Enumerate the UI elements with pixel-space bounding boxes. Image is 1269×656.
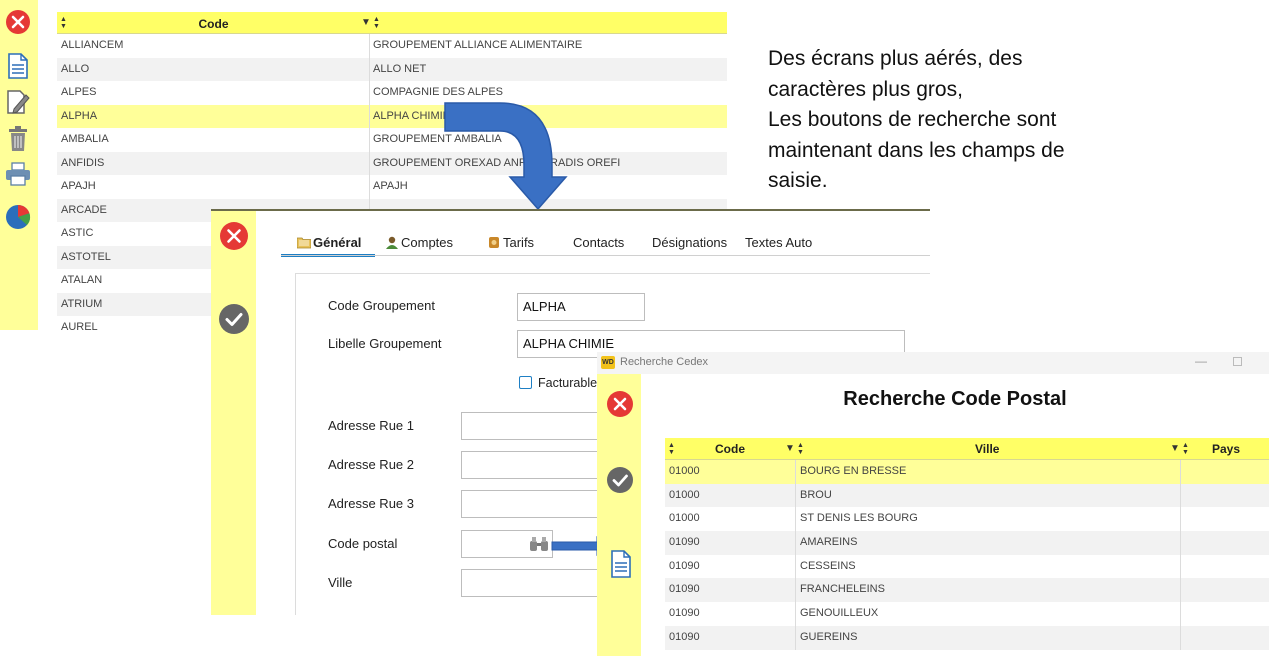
facturable-checkbox[interactable] xyxy=(519,376,532,389)
grid-header: ▲ ▼ Code ▼ ▲ ▼ xyxy=(57,12,727,34)
edit-icon xyxy=(7,90,30,114)
pie-chart-icon xyxy=(6,205,31,229)
sort-icon[interactable]: ▲ ▼ xyxy=(668,442,675,456)
ville-label: Ville xyxy=(328,575,353,590)
close-icon xyxy=(6,10,30,34)
table-row[interactable]: 01000 ST DENIS LES BOURG xyxy=(665,507,1269,532)
grid-body: 01000 BOURG EN BRESSE 01000 BROU 01000 ST D… xyxy=(665,460,1269,650)
table-row[interactable]: 01090 AMAREINS xyxy=(665,531,1269,555)
grid-header: ▲ ▼ Code ▼ ▲ ▼ Ville ▼ ▲ ▼ Pays xyxy=(665,438,1269,460)
search-sidebar xyxy=(597,374,641,656)
table-row[interactable]: ANFIDIS GROUPEMENT OREXAD ANFIDIS RADIS O… xyxy=(57,151,727,175)
tab-general[interactable]: Général xyxy=(281,231,375,257)
column-header-code[interactable]: Code xyxy=(715,438,745,461)
table-row[interactable]: 01090 GUEREINS xyxy=(665,625,1269,650)
close-icon xyxy=(220,222,248,250)
cancel-button[interactable] xyxy=(219,221,249,256)
list-sidebar xyxy=(0,0,38,330)
form-sidebar xyxy=(211,211,256,615)
sort-icon[interactable]: ▲ ▼ xyxy=(60,16,67,30)
sort-icon[interactable]: ▲ ▼ xyxy=(373,16,380,30)
trash-icon xyxy=(9,126,27,151)
maximize-icon[interactable] xyxy=(1233,357,1242,366)
folder-icon xyxy=(297,237,311,249)
sort-icon[interactable]: ▲ ▼ xyxy=(1182,442,1189,456)
cancel-button[interactable] xyxy=(606,390,634,423)
table-row[interactable]: AMBALIA GROUPEMENT AMBALIA xyxy=(57,128,727,152)
recherche-cedex-window: WD Recherche Cedex — Recherche Code Post… xyxy=(597,352,1269,656)
users-icon xyxy=(386,236,398,249)
tab-textes-auto[interactable]: Textes Auto xyxy=(745,231,812,257)
curved-arrow-icon xyxy=(444,102,568,211)
libelle-groupement-label: Libelle Groupement xyxy=(328,336,442,351)
minimize-icon[interactable]: — xyxy=(1195,352,1207,372)
filter-icon[interactable]: ▼ xyxy=(361,17,371,28)
caption-text: Des écrans plus aérés, des caractères pl… xyxy=(768,47,1065,192)
adresse-rue-1-label: Adresse Rue 1 xyxy=(328,418,414,433)
tag-icon xyxy=(489,237,499,248)
adresse-rue-2-label: Adresse Rue 2 xyxy=(328,457,414,472)
table-row-selected[interactable]: ALPHA ALPHA CHIMIE xyxy=(57,104,727,128)
facturable-label: Facturable xyxy=(538,376,598,390)
delete-button[interactable] xyxy=(4,125,32,153)
window-title: Recherche Cedex xyxy=(620,356,709,368)
filter-icon[interactable]: ▼ xyxy=(1170,443,1180,454)
document-icon xyxy=(8,53,28,79)
column-header-ville[interactable]: Ville xyxy=(975,438,999,461)
tab-contacts[interactable]: Contacts xyxy=(573,231,624,257)
page-title: Recherche Code Postal xyxy=(843,388,1067,410)
close-button[interactable] xyxy=(4,8,32,36)
validate-button[interactable] xyxy=(218,303,250,340)
edit-button[interactable] xyxy=(4,88,32,116)
tab-comptes[interactable]: Comptes xyxy=(385,231,453,257)
filter-icon[interactable]: ▼ xyxy=(785,443,795,454)
table-row[interactable]: 01090 GENOUILLEUX xyxy=(665,602,1269,626)
table-row[interactable]: APAJH APAJH xyxy=(57,175,727,199)
code-postal-field[interactable] xyxy=(461,530,553,558)
code-groupement-field[interactable]: ALPHA xyxy=(517,293,645,321)
code-postal-label: Code postal xyxy=(328,536,398,551)
code-groupement-label: Code Groupement xyxy=(328,298,435,313)
table-row[interactable]: ALLIANCEM GROUPEMENT ALLIANCE ALIMENTAIRE xyxy=(57,34,727,58)
table-row[interactable]: ALPES COMPAGNIE DES ALPES xyxy=(57,81,727,105)
app-logo-icon: WD xyxy=(601,356,615,369)
validate-button[interactable] xyxy=(606,466,634,499)
tab-tarifs[interactable]: Tarifs xyxy=(487,231,534,257)
table-row[interactable]: 01090 FRANCHELEINS xyxy=(665,578,1269,603)
window-titlebar: WD Recherche Cedex — xyxy=(597,352,1269,374)
new-document-button[interactable] xyxy=(610,550,632,583)
table-row[interactable]: 01000 BROU xyxy=(665,483,1269,508)
column-header-label[interactable]: ▼ ▲ ▼ xyxy=(361,12,727,34)
print-icon xyxy=(6,162,30,186)
column-header-code[interactable]: ▲ ▼ Code xyxy=(57,12,370,34)
postal-code-grid: ▲ ▼ Code ▼ ▲ ▼ Ville ▼ ▲ ▼ Pays 01000 BOURG … xyxy=(665,438,1269,650)
close-icon xyxy=(607,391,633,417)
adresse-rue-3-label: Adresse Rue 3 xyxy=(328,496,414,511)
table-row-selected[interactable]: 01000 BOURG EN BRESSE xyxy=(665,460,1269,484)
sort-icon[interactable]: ▲ ▼ xyxy=(797,442,804,456)
form-tabs: Général Comptes Tarifs Contacts Désignat… xyxy=(281,231,930,257)
statistics-button[interactable] xyxy=(4,203,32,231)
table-row[interactable]: 01090 CESSEINS xyxy=(665,554,1269,579)
document-icon xyxy=(611,550,631,578)
check-icon xyxy=(607,467,633,493)
table-row[interactable]: ALLO ALLO NET xyxy=(57,57,727,81)
check-icon xyxy=(219,304,249,334)
binoculars-icon[interactable] xyxy=(529,536,549,552)
print-button[interactable] xyxy=(4,160,32,188)
new-document-button[interactable] xyxy=(4,52,32,80)
tab-designations[interactable]: Désignations xyxy=(652,231,727,257)
column-header-pays[interactable]: Pays xyxy=(1212,438,1240,461)
